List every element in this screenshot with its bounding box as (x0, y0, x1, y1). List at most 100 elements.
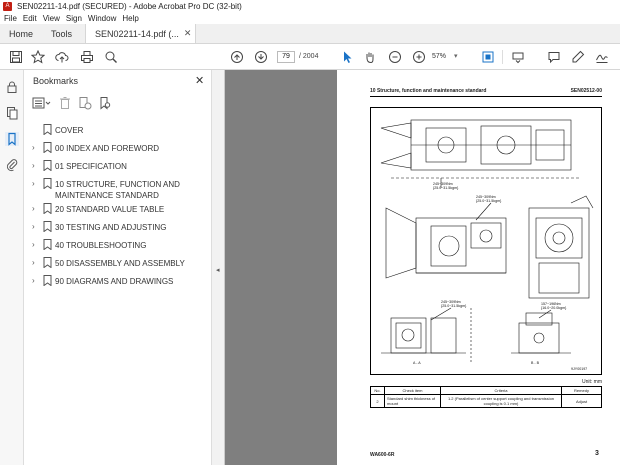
page-number-input[interactable]: 79 (277, 51, 295, 63)
acrobat-app-icon: A (3, 1, 12, 11)
menu-help[interactable]: Help (122, 14, 138, 23)
navigation-pane-strip (0, 70, 24, 465)
close-panel-icon[interactable]: ✕ (195, 74, 204, 87)
menu-edit[interactable]: Edit (23, 14, 37, 23)
bookmarks-panel: Bookmarks ✕ COVER › 00 INDEX AND FOREWOR… (24, 70, 212, 465)
bookmark-icon (43, 275, 52, 288)
tab-home[interactable]: Home (0, 24, 42, 43)
torque-label-4b: {16.0~20.0kgm} (541, 306, 567, 310)
bookmark-list: COVER › 00 INDEX AND FOREWORD › 01 SPECI… (24, 122, 212, 291)
zoom-out-icon[interactable] (387, 49, 403, 65)
bookmark-40-troubleshooting[interactable]: › 40 TROUBLESHOOTING (24, 237, 212, 255)
page-footer-number: 3 (595, 450, 599, 457)
close-tab-icon[interactable]: ✕ (184, 28, 192, 39)
comment-icon[interactable] (546, 49, 562, 65)
chevron-right-icon[interactable]: › (32, 204, 35, 213)
table-row: 2 Standard shim thickness of mount 1.2 (… (370, 394, 602, 408)
table-header-cell: Remedy (561, 386, 602, 395)
menu-window[interactable]: Window (88, 14, 116, 23)
table-cell: 1.2 (Parallelism of center support coupl… (440, 394, 562, 408)
bookmark-icon (43, 178, 52, 191)
collapse-panel-icon[interactable]: ◂ (216, 266, 220, 274)
tab-tools[interactable]: Tools (42, 24, 81, 43)
bookmarks-tools (32, 96, 112, 110)
page-header-code: SEN02512-00 (570, 88, 602, 94)
tab-document-label: SEN02211-14.pdf (... (95, 28, 179, 39)
upload-cloud-icon[interactable] (54, 49, 70, 65)
bookmark-label: COVER (55, 126, 84, 135)
highlight-pen-icon[interactable] (570, 49, 586, 65)
bookmark-icon (43, 221, 52, 234)
chevron-right-icon[interactable]: › (32, 179, 35, 188)
table-header-cell: No. (370, 386, 385, 395)
tab-document[interactable]: SEN02211-14.pdf (... ✕ (85, 24, 197, 43)
section-label-aa: A - A (413, 361, 421, 365)
fit-page-icon[interactable] (480, 49, 496, 65)
menu-file[interactable]: File (4, 14, 17, 23)
select-cursor-icon[interactable] (339, 49, 355, 65)
next-page-icon[interactable] (253, 49, 269, 65)
page-header: 10 Structure, function and maintenance s… (370, 87, 602, 97)
table-header-cell: Check item (384, 386, 441, 395)
delete-bookmark-icon[interactable] (58, 96, 72, 110)
zoom-level-value: 57% (432, 53, 447, 60)
title-bar: A SEN02211-14.pdf (SECURED) - Adobe Acro… (0, 0, 620, 12)
options-menu-icon[interactable] (32, 96, 52, 110)
bookmark-01-specification[interactable]: › 01 SPECIFICATION (24, 158, 212, 176)
bookmark-30-testing[interactable]: › 30 TESTING AND ADJUSTING (24, 219, 212, 237)
bookmark-label: 01 SPECIFICATION (55, 162, 127, 171)
document-viewer[interactable]: 10 Structure, function and maintenance s… (225, 70, 620, 465)
page-footer-model: WA600-6R (370, 452, 395, 458)
toolbar-divider (502, 50, 503, 64)
menu-bar: File Edit View Sign Window Help (0, 12, 620, 24)
bookmarks-title: Bookmarks (33, 76, 79, 86)
chevron-right-icon[interactable]: › (32, 161, 35, 170)
find-bookmark-icon[interactable] (98, 96, 112, 110)
tab-bar: Home Tools SEN02211-14.pdf (... ✕ (0, 24, 620, 44)
bookmark-20-standard-value[interactable]: › 20 STANDARD VALUE TABLE (24, 201, 212, 219)
new-bookmark-icon[interactable] (78, 96, 92, 110)
save-icon[interactable] (8, 49, 24, 65)
bookmark-label: 30 TESTING AND ADJUSTING (55, 223, 167, 232)
section-label-bb: B - B (531, 361, 540, 365)
window-title: SEN02211-14.pdf (SECURED) - Adobe Acroba… (17, 1, 242, 11)
bookmarks-panel-icon[interactable] (5, 132, 19, 146)
hand-tool-icon[interactable] (362, 49, 378, 65)
chevron-right-icon[interactable]: › (32, 276, 35, 285)
bookmark-cover[interactable]: COVER (24, 122, 212, 140)
bookmark-label: 50 DISASSEMBLY AND ASSEMBLY (55, 259, 185, 268)
torque-label-1b: {25.0~31.5kgm} (433, 186, 459, 190)
table-cell: 2 (370, 394, 385, 408)
search-icon[interactable] (103, 49, 119, 65)
menu-sign[interactable]: Sign (66, 14, 82, 23)
bookmark-label: 90 DIAGRAMS AND DRAWINGS (55, 277, 174, 286)
scroll-mode-icon[interactable] (510, 49, 526, 65)
figure-code: 9JY00197 (571, 367, 587, 371)
previous-page-icon[interactable] (229, 49, 245, 65)
chevron-right-icon[interactable]: › (32, 240, 35, 249)
bookmark-00-index[interactable]: › 00 INDEX AND FOREWORD (24, 140, 212, 158)
table-cell: Adjust (561, 394, 602, 408)
bookmark-icon (43, 239, 52, 252)
panel-splitter[interactable]: ◂ (212, 70, 225, 465)
criteria-table: No. Check item Criteria Remedy 2 Standar… (370, 386, 602, 408)
zoom-level-dropdown[interactable]: 57% ▾ (432, 51, 466, 63)
bookmark-star-icon[interactable] (30, 49, 46, 65)
zoom-in-icon[interactable] (411, 49, 427, 65)
chevron-right-icon[interactable]: › (32, 222, 35, 231)
attachments-icon[interactable] (5, 158, 19, 172)
chevron-right-icon[interactable]: › (32, 143, 35, 152)
sign-icon[interactable] (594, 49, 610, 65)
bookmark-10-structure[interactable]: › 10 STRUCTURE, FUNCTION AND MAINTENANCE… (24, 176, 212, 201)
bookmark-90-diagrams[interactable]: › 90 DIAGRAMS AND DRAWINGS (24, 273, 212, 291)
menu-view[interactable]: View (43, 14, 60, 23)
page-thumbnails-icon[interactable] (5, 106, 19, 120)
print-icon[interactable] (79, 49, 95, 65)
lock-icon[interactable] (5, 80, 19, 94)
toolbar: 79 / 2004 57% ▾ (0, 44, 620, 70)
bookmark-icon (43, 203, 52, 216)
bookmark-50-disassembly[interactable]: › 50 DISASSEMBLY AND ASSEMBLY (24, 255, 212, 273)
page-header-section: 10 Structure, function and maintenance s… (370, 88, 487, 94)
bookmark-icon (43, 124, 52, 137)
chevron-right-icon[interactable]: › (32, 258, 35, 267)
